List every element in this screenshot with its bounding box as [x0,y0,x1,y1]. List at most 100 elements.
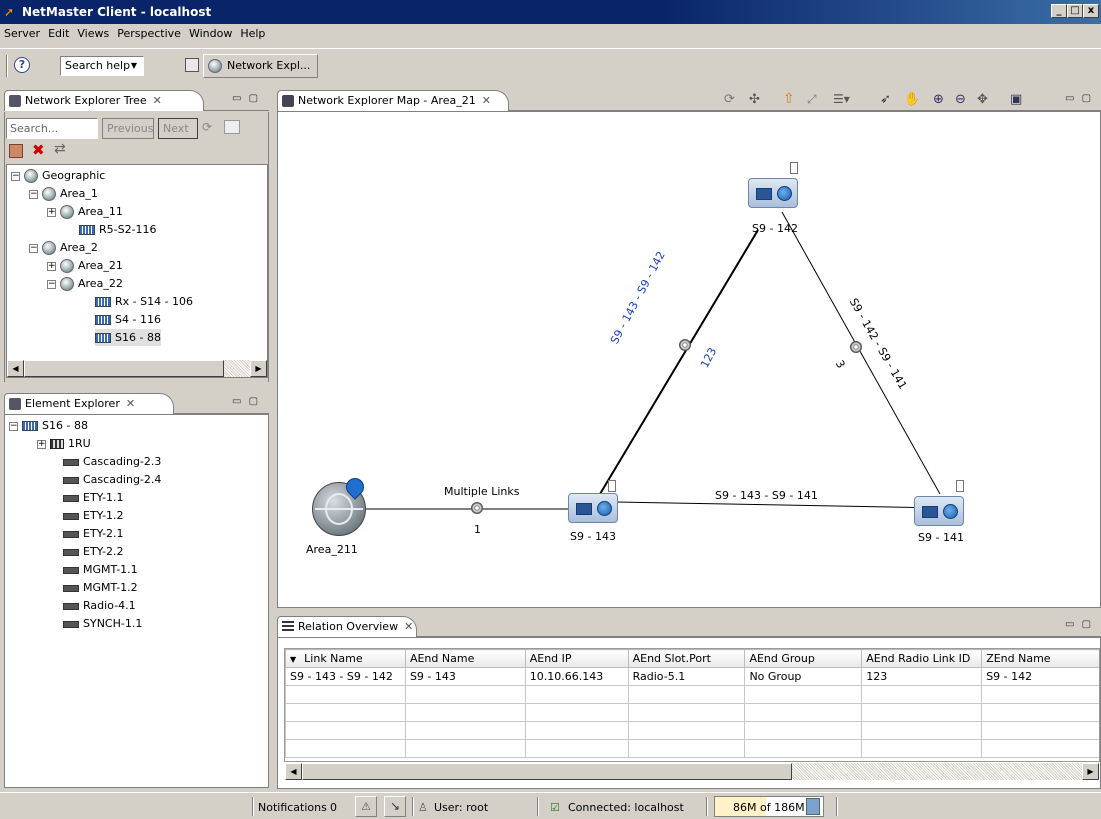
menu-views[interactable]: Views [73,24,113,40]
open-perspective-icon[interactable] [185,58,199,72]
menu-perspective[interactable]: Perspective [113,24,185,40]
tree-item[interactable]: − Area_1 [29,185,98,202]
tree-item[interactable]: ETY-2.2 [63,543,124,560]
save-icon[interactable]: ▣ [1010,92,1022,107]
perspective-network-explorer[interactable]: Network Expl... [203,54,318,78]
fit-view-icon[interactable]: ✥ [977,92,988,107]
scroll-thumb[interactable] [24,360,224,377]
tree-item[interactable]: MGMT-1.2 [63,579,138,596]
collapse-icon[interactable]: − [29,189,38,199]
menu-edit[interactable]: Edit [44,24,73,40]
column-header[interactable]: AEnd Radio Link ID [861,649,983,668]
expand-icon[interactable]: + [37,439,46,449]
zoom-out-icon[interactable]: ⊖ [955,92,966,107]
add-node-icon[interactable] [9,144,23,158]
help-icon[interactable]: ? [14,57,30,73]
tree-item[interactable]: Cascading-2.3 [63,453,161,470]
tree-item[interactable]: + Area_21 [47,257,123,274]
tab-element-explorer[interactable]: Element Explorer ✕ [4,393,174,414]
select-pointer-icon[interactable]: ➶ [880,92,891,107]
maximize-button[interactable]: □ [1067,4,1083,18]
close-icon[interactable]: ✕ [153,94,162,107]
notification-flag-icon[interactable]: ↘ [384,796,406,817]
tree-item[interactable]: − S16 - 88 [9,417,88,434]
relation-horizontal-scrollbar[interactable]: ◀ ▶ [285,763,1099,780]
expand-icon[interactable]: + [47,261,56,271]
tree-item[interactable]: S4 - 116 [95,311,161,328]
go-up-icon[interactable]: ⇧ [783,91,795,107]
tree-horizontal-scrollbar[interactable]: ◀ ▶ [7,360,267,377]
link-142-141[interactable] [781,211,941,495]
tree-item[interactable]: ETY-1.1 [63,489,124,506]
close-icon[interactable]: ✕ [404,620,413,633]
warning-icon[interactable]: ⚠ [355,796,377,817]
garbage-collect-icon[interactable] [806,798,820,815]
link-143-141[interactable] [617,501,945,509]
tree-item[interactable]: +1RU [37,435,91,452]
expand-icon[interactable]: + [47,207,56,217]
next-button[interactable]: Next [158,118,198,139]
connect-icon[interactable]: ⤢ [807,92,817,107]
previous-button[interactable]: Previous [102,118,154,139]
column-header[interactable]: AEnd Group [744,649,863,668]
close-icon[interactable]: ✕ [126,397,135,410]
tree-item[interactable]: Radio-4.1 [63,597,136,614]
close-button[interactable]: x [1083,4,1099,18]
minimize-maximize-icon[interactable]: ▭ ▢ [232,396,260,407]
link-icon[interactable]: ⇄ [54,141,66,157]
close-icon[interactable]: ✕ [482,94,491,107]
tree-item[interactable]: ETY-2.1 [63,525,124,542]
tree-item[interactable]: − Area_2 [29,239,98,256]
tree-item[interactable]: − Geographic [11,167,105,184]
tab-network-explorer-map[interactable]: Network Explorer Map - Area_21 ✕ [277,90,509,111]
collapse-all-icon[interactable] [224,120,240,134]
layout-icon[interactable]: ✣ [749,92,760,107]
network-map-canvas[interactable]: S9 - 142 S9 - 143 S9 - 141 Area_211 Mult… [277,111,1101,608]
link-143-142[interactable] [599,229,759,495]
column-header[interactable]: AEnd Name [404,649,526,668]
search-input[interactable]: Search... [6,118,98,139]
tree-item[interactable]: − Area_22 [47,275,123,292]
column-header[interactable]: ZEnd Name [981,649,1099,668]
chevron-down-icon[interactable]: ▼ [127,58,141,74]
link-143-142-icon[interactable] [679,339,691,351]
link-142-141-icon[interactable] [850,341,862,353]
search-help-field[interactable]: Search help ▼ [60,56,144,76]
column-header[interactable]: AEnd IP [524,649,629,668]
scroll-left-icon[interactable]: ◀ [285,763,302,780]
refresh-icon[interactable]: ⟳ [724,92,735,107]
tree-item[interactable]: Rx - S14 - 106 [95,293,193,310]
layers-icon[interactable]: ☰▾ [833,92,850,106]
scroll-left-icon[interactable]: ◀ [7,360,24,377]
tree-item[interactable]: MGMT-1.1 [63,561,138,578]
tree-item[interactable]: R5-S2-116 [79,221,157,238]
sort-descending-icon[interactable]: ▼ [290,655,296,664]
delete-icon[interactable]: ✖ [32,141,45,159]
collapse-icon[interactable]: − [11,171,20,181]
refresh-icon[interactable]: ⟳ [202,120,218,134]
collapse-icon[interactable]: − [9,421,18,431]
tab-relation-overview[interactable]: Relation Overview ✕ [277,616,417,637]
minimize-maximize-icon[interactable]: ▭ ▢ [1065,619,1093,630]
scroll-right-icon[interactable]: ▶ [1082,763,1099,780]
tab-network-explorer-tree[interactable]: Network Explorer Tree ✕ [4,90,204,111]
minimize-button[interactable]: _ [1051,4,1067,18]
minimize-maximize-icon[interactable]: ▭ ▢ [232,93,260,104]
scroll-right-icon[interactable]: ▶ [250,360,267,377]
column-header[interactable]: ▼ Link Name [285,649,406,668]
tree-item-selected[interactable]: S16 - 88 [95,329,161,346]
multi-link-icon[interactable] [471,502,483,514]
zoom-in-icon[interactable]: ⊕ [933,92,944,107]
pan-hand-icon[interactable]: ✋ [904,92,920,107]
menu-server[interactable]: Server [0,24,44,40]
menu-window[interactable]: Window [185,24,236,40]
tree-item[interactable]: + Area_11 [47,203,123,220]
scroll-thumb[interactable] [302,763,792,780]
tree-item[interactable]: ETY-1.2 [63,507,124,524]
table-row[interactable]: S9 - 143 - S9 - 142 S9 - 143 10.10.66.14… [285,667,1099,686]
collapse-icon[interactable]: − [29,243,38,253]
column-header[interactable]: AEnd Slot.Port [627,649,746,668]
minimize-maximize-icon[interactable]: ▭ ▢ [1065,93,1093,104]
collapse-icon[interactable]: − [47,279,56,289]
tree-item[interactable]: SYNCH-1.1 [63,615,142,632]
